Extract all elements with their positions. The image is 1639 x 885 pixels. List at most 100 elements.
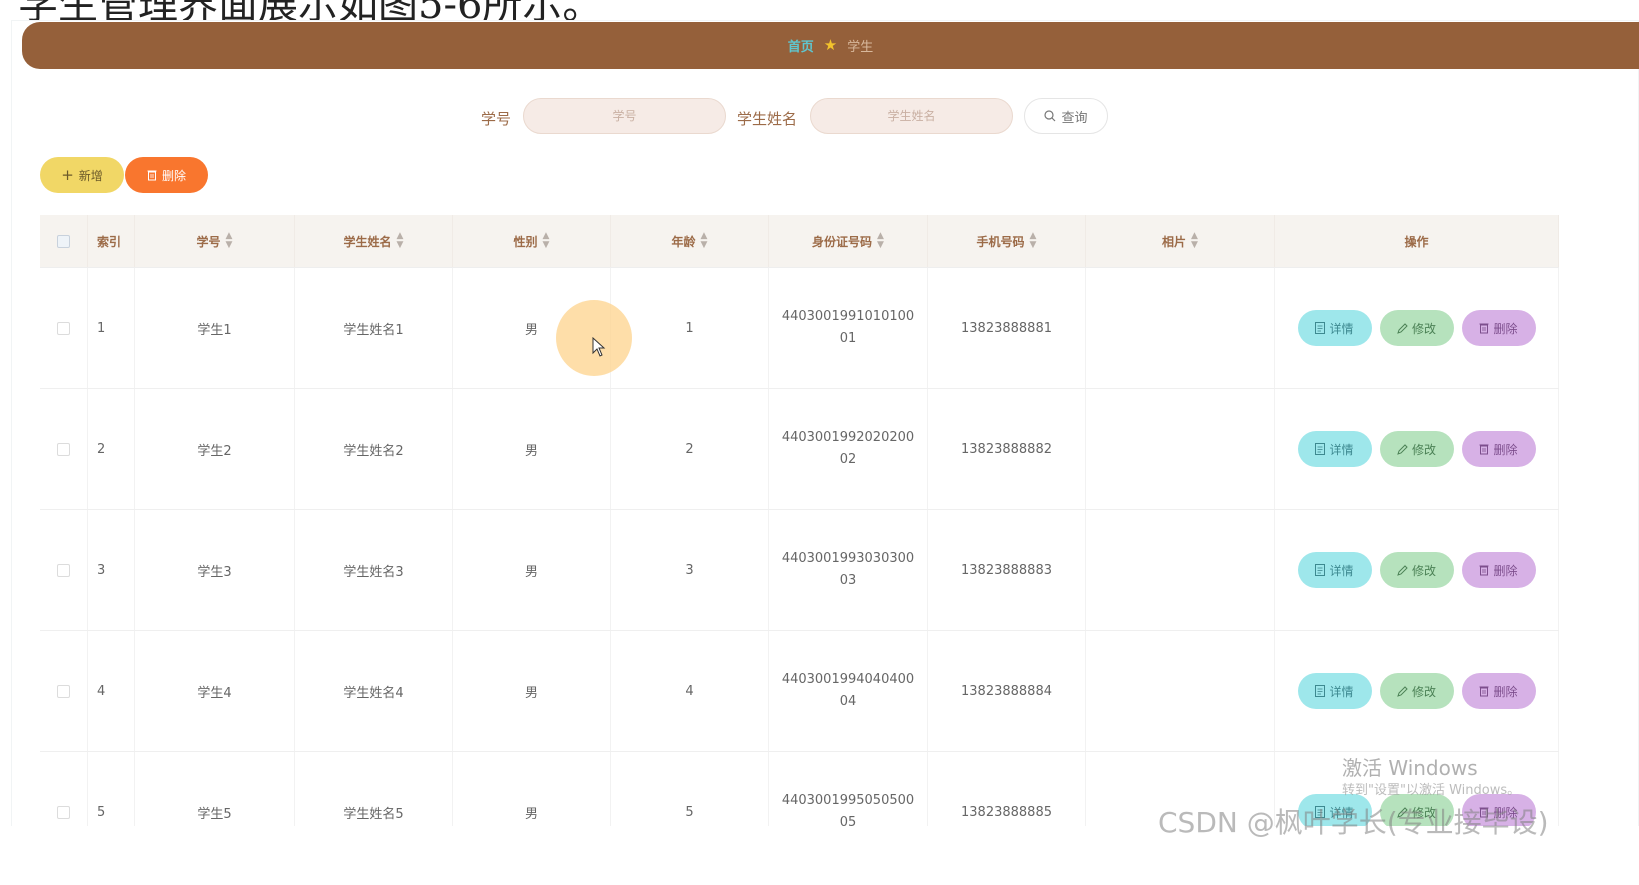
sort-icon[interactable]: ▲ ▼ xyxy=(1191,232,1198,250)
header-student-name[interactable]: 学生姓名 ▲ ▼ xyxy=(295,215,453,267)
cell-photo xyxy=(1086,389,1275,509)
row-delete-button[interactable]: 删除 xyxy=(1461,552,1536,588)
cell-id-card: 440300199404040004 xyxy=(769,631,928,751)
header-actions: 操作 xyxy=(1275,215,1559,267)
edit-button[interactable]: 修改 xyxy=(1379,310,1454,346)
edit-button[interactable]: 修改 xyxy=(1379,552,1454,588)
table-body: 1 学生1 学生姓名1 男 1 440300199101010001 13823888881… xyxy=(40,268,1559,873)
row-delete-button[interactable]: 删除 xyxy=(1461,673,1536,709)
trash-icon xyxy=(1479,565,1489,576)
pencil-icon xyxy=(1397,443,1408,455)
student-name-label: 学生姓名 xyxy=(737,110,798,128)
student-name-input[interactable] xyxy=(810,98,1013,134)
row-select-cell[interactable] xyxy=(40,389,88,509)
edit-button[interactable]: 修改 xyxy=(1379,431,1454,467)
row-delete-button[interactable]: 删除 xyxy=(1461,431,1536,467)
cell-student-name: 学生姓名3 xyxy=(295,510,453,630)
cell-gender: 男 xyxy=(453,389,611,509)
header-student-no[interactable]: 学号 ▲ ▼ xyxy=(135,215,295,267)
cell-photo xyxy=(1086,510,1275,630)
cell-index: 1 xyxy=(88,268,135,388)
pencil-icon xyxy=(1397,564,1408,576)
cell-age: 2 xyxy=(611,389,769,509)
select-all-checkbox[interactable] xyxy=(57,234,70,248)
detail-button[interactable]: 详情 xyxy=(1297,431,1372,467)
query-button[interactable]: 查询 xyxy=(1024,98,1108,134)
student-no-label: 学号 xyxy=(481,110,512,128)
detail-button[interactable]: 详情 xyxy=(1297,310,1372,346)
document-icon xyxy=(1315,322,1326,334)
header-id-card[interactable]: 身份证号码 ▲ ▼ xyxy=(769,215,928,267)
sort-icon[interactable]: ▲ ▼ xyxy=(877,232,884,250)
cell-student-name: 学生姓名4 xyxy=(295,631,453,751)
detail-button[interactable]: 详情 xyxy=(1297,552,1372,588)
cell-index: 4 xyxy=(88,631,135,751)
row-checkbox[interactable] xyxy=(57,805,70,819)
detail-button[interactable]: 详情 xyxy=(1297,673,1372,709)
header-age[interactable]: 年龄 ▲ ▼ xyxy=(611,215,769,267)
header-phone[interactable]: 手机号码 ▲ ▼ xyxy=(928,215,1086,267)
cell-actions: 详情 修改 删除 xyxy=(1275,631,1559,751)
breadcrumb-current: 学生 xyxy=(847,40,874,55)
table-row: 1 学生1 学生姓名1 男 1 440300199101010001 13823888881… xyxy=(40,268,1559,389)
windows-activation-title: 激活 Windows xyxy=(1342,756,1478,780)
delete-label: 删除 xyxy=(161,168,186,183)
cell-id-card: 440300199202020002 xyxy=(769,389,928,509)
row-checkbox[interactable] xyxy=(57,321,70,335)
cell-age: 1 xyxy=(611,268,769,388)
document-icon xyxy=(1315,564,1326,576)
sort-icon[interactable]: ▲ ▼ xyxy=(226,232,233,250)
batch-delete-button[interactable]: 删除 xyxy=(125,157,208,193)
sort-icon[interactable]: ▲ ▼ xyxy=(543,232,550,250)
windows-activation-sub: 转到"设置"以激活 Windows。 xyxy=(1342,783,1521,798)
query-label: 查询 xyxy=(1061,110,1088,126)
cell-phone: 13823888881 xyxy=(928,268,1086,388)
cell-student-no: 学生3 xyxy=(135,510,295,630)
table-header: 索引 学号 ▲ ▼ 学生姓名 ▲ ▼ 性别 ▲ ▼ 年龄 ▲ ▼ 身份证号码 ▲ ▼ 手机号码 ▲ ▼ … xyxy=(40,215,1559,268)
cell-actions: 详情 修改 删除 xyxy=(1275,389,1559,509)
header-photo[interactable]: 相片 ▲ ▼ xyxy=(1086,215,1275,267)
cell-id-card: 440300199101010001 xyxy=(769,268,928,388)
cell-student-no: 学生4 xyxy=(135,631,295,751)
header-select-all[interactable] xyxy=(40,215,88,267)
sort-icon[interactable]: ▲ ▼ xyxy=(701,232,708,250)
row-select-cell[interactable] xyxy=(40,268,88,388)
header-index: 索引 xyxy=(88,215,135,267)
document-icon xyxy=(1315,443,1326,455)
cursor-icon xyxy=(592,337,606,357)
cell-index: 3 xyxy=(88,510,135,630)
cell-student-no: 学生2 xyxy=(135,389,295,509)
cell-student-no: 学生1 xyxy=(135,268,295,388)
row-checkbox[interactable] xyxy=(57,563,70,577)
table-row: 2 学生2 学生姓名2 男 2 440300199202020002 13823888882… xyxy=(40,389,1559,510)
cell-gender: 男 xyxy=(453,631,611,751)
row-select-cell[interactable] xyxy=(40,631,88,751)
sort-icon[interactable]: ▲ ▼ xyxy=(1030,232,1037,250)
cell-id-card: 440300199303030003 xyxy=(769,510,928,630)
cell-student-name: 学生姓名1 xyxy=(295,268,453,388)
pencil-icon xyxy=(1397,685,1408,697)
plus-icon: + xyxy=(61,166,74,184)
row-checkbox[interactable] xyxy=(57,442,70,456)
search-icon xyxy=(1044,110,1056,122)
trash-icon xyxy=(1479,323,1489,334)
cell-photo xyxy=(1086,268,1275,388)
trash-icon xyxy=(1479,686,1489,697)
cell-gender: 男 xyxy=(453,510,611,630)
row-delete-button[interactable]: 删除 xyxy=(1461,310,1536,346)
cell-age: 4 xyxy=(611,631,769,751)
csdn-watermark: CSDN @枫叶学长(专业接毕设) xyxy=(1158,806,1549,839)
row-select-cell[interactable] xyxy=(40,510,88,630)
cell-index: 2 xyxy=(88,389,135,509)
trash-icon xyxy=(147,170,157,181)
document-icon xyxy=(1315,685,1326,697)
edit-button[interactable]: 修改 xyxy=(1379,673,1454,709)
add-button[interactable]: + 新增 xyxy=(40,157,124,193)
row-checkbox[interactable] xyxy=(57,684,70,698)
breadcrumb: 首页 ★ 学生 xyxy=(22,22,1639,69)
header-gender[interactable]: 性别 ▲ ▼ xyxy=(453,215,611,267)
sort-icon[interactable]: ▲ ▼ xyxy=(397,232,404,250)
cell-photo xyxy=(1086,631,1275,751)
breadcrumb-home[interactable]: 首页 xyxy=(788,36,814,55)
student-no-input[interactable] xyxy=(523,98,726,134)
